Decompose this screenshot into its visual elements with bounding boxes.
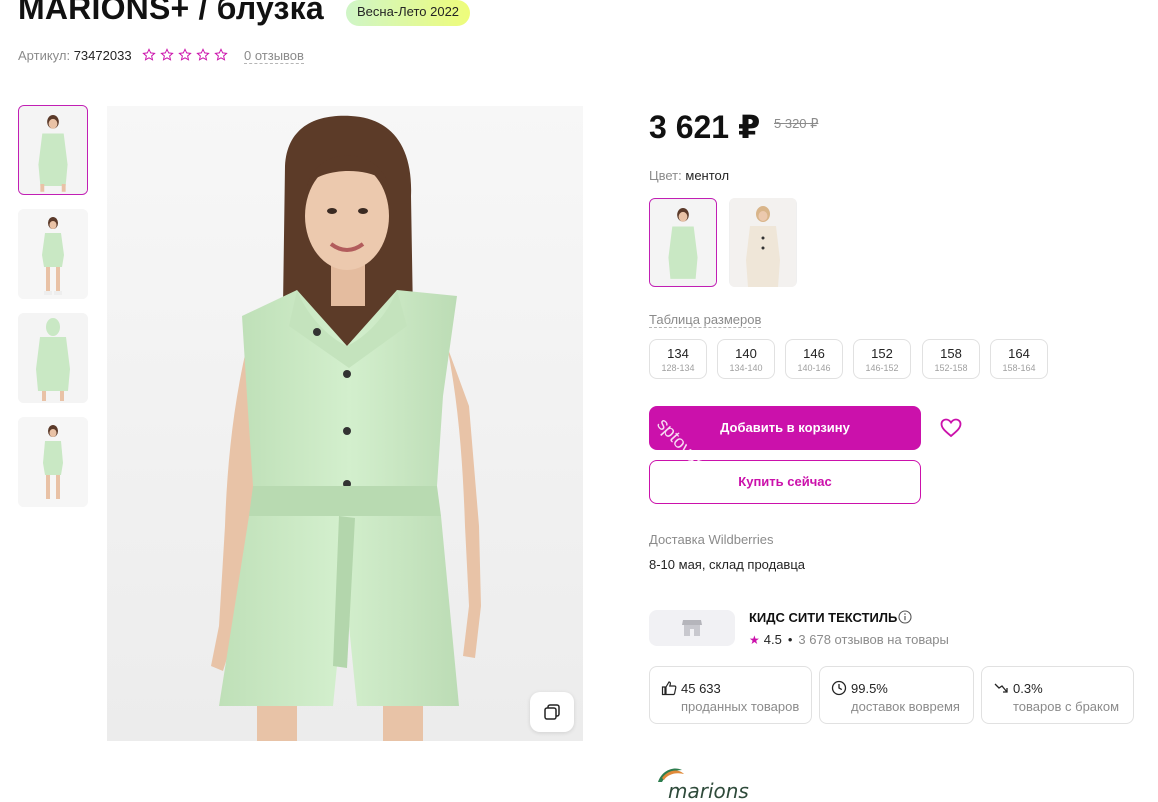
rating-stars (142, 48, 228, 62)
stat-defects-label: товаров с браком (1013, 699, 1120, 714)
delivery-date: 8-10 мая, склад продавца (649, 557, 806, 572)
main-product-photo[interactable] (107, 106, 583, 741)
stat-on-time-label: доставок вовремя (851, 699, 960, 714)
color-option-mint[interactable] (649, 198, 717, 287)
stat-sold: 45 633 проданных товаров (649, 666, 812, 724)
seller-rating: ★ 4.5 • 3 678 отзывов на товары (749, 632, 949, 647)
size-value: 152 (871, 346, 893, 361)
stat-on-time: 99.5% доставок вовремя (819, 666, 974, 724)
shop-icon (682, 620, 702, 636)
size-value: 134 (667, 346, 689, 361)
size-option[interactable]: 152 146-152 (853, 339, 911, 379)
size-option[interactable]: 164 158-164 (990, 339, 1048, 379)
delivery-title: Доставка Wildberries (649, 532, 774, 547)
seller-rating-value: 4.5 (763, 632, 782, 647)
size-value: 164 (1008, 346, 1030, 361)
size-range: 146-152 (865, 363, 899, 373)
stat-defects-value: 0.3% (1013, 681, 1043, 696)
size-range: 134-140 (729, 363, 763, 373)
thumbs-up-icon (661, 681, 677, 696)
stat-sold-value: 45 633 (681, 681, 721, 696)
season-badge: Весна-Лето 2022 (346, 0, 471, 26)
expand-icon (544, 704, 560, 720)
star-outline-icon (196, 48, 210, 61)
thumbnail-4[interactable] (18, 417, 88, 507)
size-option[interactable]: 134 128-134 (649, 339, 707, 379)
stat-defects: 0.3% товаров с браком (981, 666, 1134, 724)
star-outline-icon (214, 48, 228, 61)
article-value: 73472033 (73, 48, 132, 63)
seller-reviews: 3 678 отзывов на товары (798, 632, 949, 647)
size-value: 146 (803, 346, 825, 361)
zoom-button[interactable] (530, 692, 574, 732)
seller-name[interactable]: КИДС СИТИ ТЕКСТИЛЬ (749, 610, 897, 625)
size-option[interactable]: 146 140-146 (785, 339, 843, 379)
star-outline-icon (142, 48, 156, 61)
product-title: MARIONS+ / блузка (18, 0, 324, 26)
article-info: Артикул: 73472033 (18, 48, 132, 63)
old-price: 5 320 ₽ (774, 116, 819, 131)
size-option[interactable]: 140 134-140 (717, 339, 775, 379)
separator-dot: • (787, 632, 793, 647)
seller-logo[interactable] (649, 610, 735, 646)
color-selected: Цвет: ментол (649, 168, 729, 183)
size-range: 140-146 (797, 363, 831, 373)
color-value: ментол (685, 168, 730, 183)
article-label: Артикул: (18, 48, 71, 63)
size-table-link[interactable]: Таблица размеров (649, 312, 762, 328)
stat-on-time-value: 99.5% (851, 681, 888, 696)
svg-text:marions: marions (668, 779, 749, 802)
heart-icon[interactable] (939, 416, 963, 440)
size-range: 128-134 (661, 363, 695, 373)
trend-down-icon (994, 683, 1008, 693)
star-filled-icon: ★ (749, 632, 760, 647)
thumbnail-1[interactable] (18, 105, 88, 195)
size-range: 158-164 (1002, 363, 1036, 373)
star-outline-icon (178, 48, 192, 61)
current-price: 3 621 ₽ (649, 109, 761, 145)
size-value: 140 (735, 346, 757, 361)
size-option[interactable]: 158 152-158 (922, 339, 980, 379)
size-range: 152-158 (934, 363, 968, 373)
thumbnail-2[interactable] (18, 209, 88, 299)
size-value: 158 (940, 346, 962, 361)
star-outline-icon (160, 48, 174, 61)
stat-sold-label: проданных товаров (681, 699, 800, 714)
color-option-beige[interactable] (729, 198, 797, 287)
info-icon[interactable] (898, 610, 912, 624)
color-label: Цвет: (649, 168, 682, 183)
brand-logo[interactable]: marions (652, 760, 756, 802)
clock-icon (831, 680, 847, 696)
thumbnail-3[interactable] (18, 313, 88, 403)
reviews-link[interactable]: 0 отзывов (244, 49, 304, 64)
